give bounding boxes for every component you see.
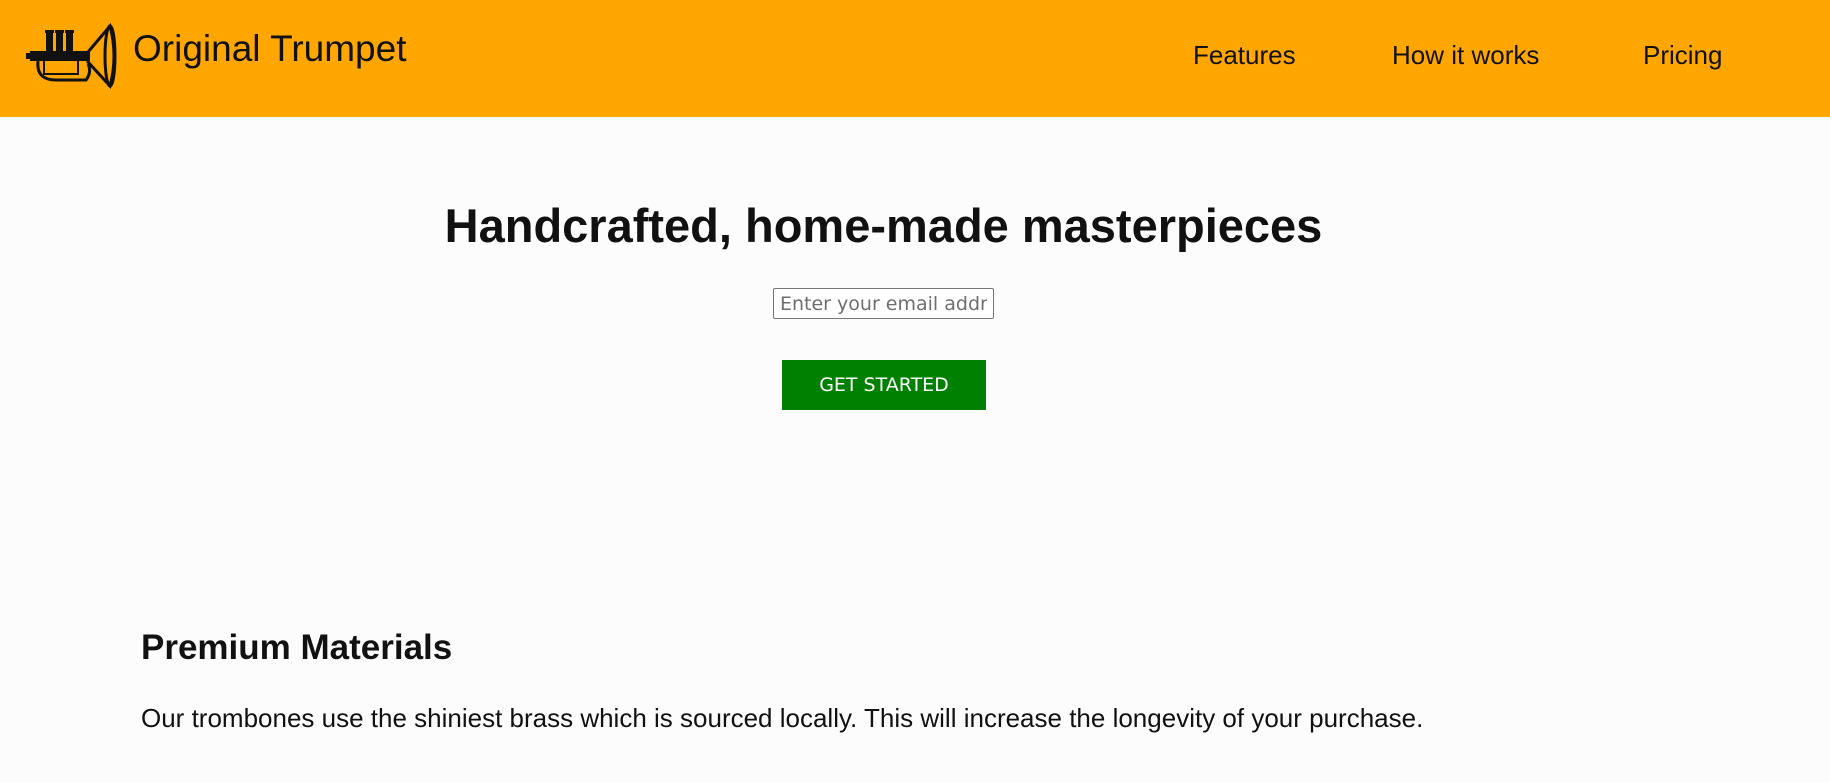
trumpet-icon[interactable] <box>26 22 118 90</box>
nav-link-how-it-works[interactable]: How it works <box>1392 40 1539 71</box>
nav-link-features[interactable]: Features <box>1193 40 1296 71</box>
feature-title: Premium Materials <box>141 628 453 667</box>
site-header: Original Trumpet Features How it works P… <box>0 0 1830 117</box>
feature-description: Our trombones use the shiniest brass whi… <box>141 703 1424 733</box>
brand-name: Original Trumpet <box>133 28 407 69</box>
hero-title: Handcrafted, home-made masterpieces <box>444 199 1323 252</box>
nav-link-pricing[interactable]: Pricing <box>1643 40 1722 71</box>
email-input[interactable] <box>773 288 994 319</box>
get-started-button[interactable]: GET STARTED <box>782 360 986 410</box>
